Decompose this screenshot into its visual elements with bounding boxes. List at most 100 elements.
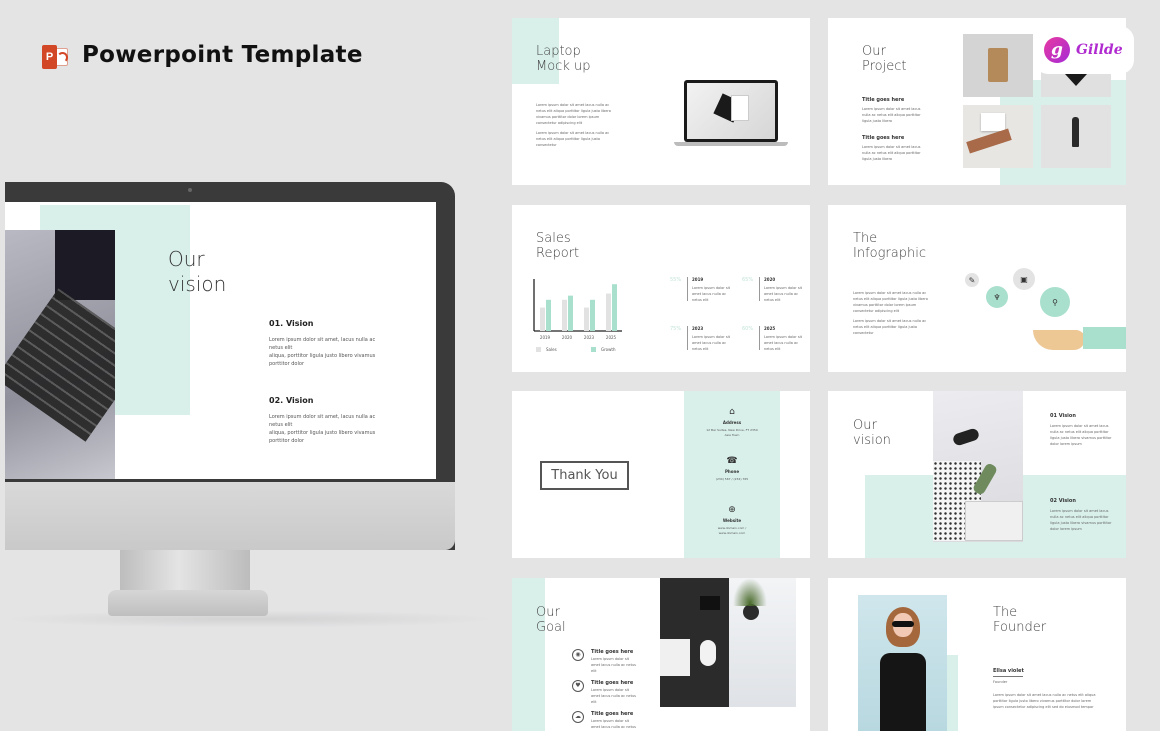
x-tick-label: 2020 [562,335,573,340]
desk-photo-dark [660,578,729,707]
vision-title: Our vision [168,247,226,297]
goal-text: Lorem ipsum dolor sit amet lacus nulla a… [591,657,636,673]
slide-sales-report[interactable]: Sales Report 2019 2020 2023 2025 Sales Growth… [512,205,810,372]
contact-label: Address [722,420,742,425]
slide-our-vision[interactable]: Our vision 01 Vision Lorem ipsum dolor s… [828,391,1126,558]
stat-text: Lorem ipsum dolor sit amet lacus nulla a… [692,286,731,302]
title-line1: Sales [536,231,571,246]
slide-thank-you[interactable]: Thank You ⌂ Address 12 Bar Suites, New Dri… [512,391,810,558]
section-text: Lorem ipsum dolor sit amet lacus nulla a… [1050,509,1112,531]
leather-shape [966,128,1012,154]
gear-glyph: ♆ [993,292,1001,302]
x-tick-label: 2019 [540,335,551,340]
sales-stat: 75% 2023 Lorem ipsum dolor sit amet lacus … [670,326,740,358]
goal-text: Lorem ipsum dolor sit amet lacus nulla a… [591,688,636,704]
item-heading: Title goes here [862,97,905,103]
goal-item: ◉ Title goes here Lorem ipsum dolor sit am… [572,649,652,675]
stat-percent: 65% [742,277,754,283]
goal-text: Lorem ipsum dolor sit amet lacus nulla a… [591,719,636,729]
stat-year: 2025 [764,326,776,331]
contact-item: ⌂ Address 12 Bar Suites, New Drive, FT 235… [684,407,780,438]
stat-divider [687,326,688,350]
sunglasses-shape [951,427,981,447]
section-heading: 01 Vision [1050,413,1076,419]
stat-year: 2020 [764,277,776,282]
title-line2: Mock up [536,59,591,74]
gear-glyph: ▣ [1020,274,1028,284]
slide-title: Laptop Mock up [536,44,590,74]
powerpoint-icon: P [42,45,68,69]
laptop-screen-shape [55,230,115,300]
stat-text: Lorem ipsum dolor sit amet lacus nulla a… [764,335,803,351]
phone-icon: ☎ [726,456,738,466]
contact-item: ☎ Phone (234) 567 / (234) 765 [684,456,780,482]
item-text: Lorem ipsum dolor sit amet lacus nulla a… [862,107,921,123]
slide-infographic[interactable]: The Infographic Lorem ipsum dolor sit am… [828,205,1126,372]
legend-swatch-sales [536,347,541,352]
hand-illustration [1033,330,1085,350]
stat-year: 2023 [692,326,704,331]
stat-year: 2019 [692,277,704,282]
stationery-photo [963,105,1033,168]
goal-heading: Title goes here [591,649,634,655]
paragraph: Lorem ipsum dolor sit amet lacus nulla a… [536,103,611,125]
title-line1: Laptop [536,44,581,59]
stat-percent: 75% [670,326,682,332]
card-shape [981,113,1005,131]
goal-item: ☁ Title goes here Lorem ipsum dolor sit am… [572,711,652,731]
stat-divider [759,326,760,350]
page-title: Powerpoint Template [82,42,363,68]
monitor-mockup: Our vision 01. Vision Lorem ipsum dolor … [5,182,455,550]
paragraph: Lorem ipsum dolor sit amet lacus nulla a… [853,319,927,335]
home-icon: ⌂ [729,407,735,417]
ppt-letter: P [42,45,57,69]
trophy-icon: ♆ [986,286,1008,308]
monitor-camera [188,188,192,192]
slide-the-founder[interactable]: The Founder Ellsa violet Founder Lorem i… [828,578,1126,731]
legend-label: Growth [601,347,616,352]
mouse-shape [700,640,716,666]
sunglasses-shape [892,621,914,627]
laptop-mockup-image [684,80,778,142]
vision-section-1: 01. Vision Lorem ipsum dolor sit amet, l… [269,319,379,368]
stat-divider [687,277,688,301]
name-underline [993,676,1023,677]
bottle-shape [1072,117,1079,147]
bottle-photo [1041,105,1111,168]
contact-value: www.domain.com / www.domain.com [717,526,747,535]
paragraph: Lorem ipsum dolor sit amet lacus nulla a… [853,291,928,313]
slide-our-goal[interactable]: Our Goal ◉ Title goes here Lorem ipsum dol… [512,578,810,731]
mint-accent-block [512,578,545,731]
section-text: Lorem ipsum dolor sit amet, lacus nulla … [269,414,376,428]
gillde-logo-icon: g [1044,37,1070,63]
cloud-icon: ☁ [572,711,584,723]
stat-percent: 55% [670,277,682,283]
laptop-screen [687,83,775,139]
bar-growth-2025 [612,284,617,331]
section-text: Lorem ipsum dolor sit amet, lacus nulla … [269,337,376,351]
goal-heading: Title goes here [591,711,634,717]
slide-laptop-mockup[interactable]: Laptop Mock up Lorem ipsum dolor sit ame… [512,18,810,185]
founder-role: Founder [993,680,1008,684]
pencil-icon: ✎ [965,273,979,287]
section-heading: 02 Vision [1050,498,1076,504]
title-line1: The [853,231,878,246]
briefcase-icon: ▣ [1013,268,1035,290]
bar-growth-2023 [590,299,595,331]
laptop-keyboard-shape [5,288,115,442]
title-line2: Goal [536,620,566,635]
monitor-chin [5,482,455,550]
founder-name: Ellsa violet [993,668,1024,674]
sales-stat: 60% 2025 Lorem ipsum dolor sit amet lacus … [742,326,810,358]
megaphone-icon: ◉ [572,649,584,661]
stat-percent: 60% [742,326,754,332]
globe-icon: ⊕ [728,505,736,515]
bar-sales-2020 [562,299,567,331]
gillde-brand-badge[interactable]: g Gillde [1034,26,1134,74]
sleeve-illustration [1083,327,1126,349]
flatlay-photo [933,391,1023,542]
thank-you-box: Thank You [540,461,629,490]
bar-growth-2020 [568,295,573,331]
contact-label: Phone [724,469,740,474]
vision-title-line1: Our [168,247,205,271]
